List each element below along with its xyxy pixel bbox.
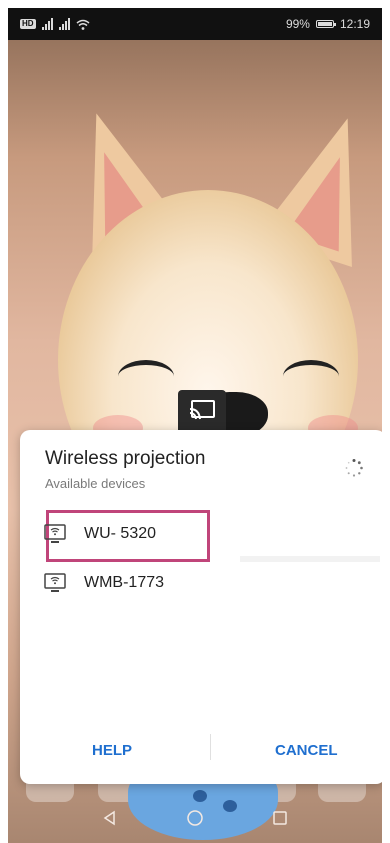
back-icon bbox=[103, 810, 116, 826]
recents-icon bbox=[272, 811, 287, 825]
wireless-projection-dialog: Wireless projection Available devices WU… bbox=[20, 430, 382, 784]
tv-cast-icon bbox=[44, 524, 66, 543]
dog-eye-left bbox=[118, 360, 174, 393]
phone-screen: HD 99% 12:19 Wireless projection Availab… bbox=[8, 8, 382, 843]
status-left: HD bbox=[20, 18, 90, 30]
help-button[interactable]: HELP bbox=[82, 738, 142, 763]
signal-icon-2 bbox=[58, 18, 70, 30]
battery-icon bbox=[315, 20, 336, 28]
cancel-button[interactable]: CANCEL bbox=[265, 738, 348, 763]
hd-badge: HD bbox=[20, 19, 36, 29]
device-name: WMB-1773 bbox=[84, 574, 165, 591]
device-item[interactable]: WU- 5320 bbox=[44, 515, 156, 553]
wifi-icon bbox=[76, 19, 90, 30]
home-button[interactable] bbox=[184, 807, 206, 829]
recents-button[interactable] bbox=[269, 807, 291, 829]
status-right: 99% 12:19 bbox=[286, 17, 370, 31]
signal-icon bbox=[41, 18, 53, 30]
dialog-title: Wireless projection bbox=[45, 448, 206, 469]
back-button[interactable] bbox=[99, 807, 121, 829]
device-item[interactable]: WMB-1773 bbox=[44, 564, 164, 602]
projection-app-icon bbox=[178, 390, 226, 434]
clock: 12:19 bbox=[339, 17, 370, 31]
battery-percent: 99% bbox=[285, 17, 310, 31]
loading-spinner-icon bbox=[345, 459, 363, 477]
navigation-bar bbox=[8, 793, 382, 843]
status-bar: HD 99% 12:19 bbox=[8, 8, 382, 40]
device-name: WU- 5320 bbox=[84, 525, 157, 542]
home-icon bbox=[187, 810, 203, 826]
dialog-subtitle: Available devices bbox=[45, 476, 146, 491]
dog-eye-right bbox=[283, 360, 339, 393]
tv-cast-icon bbox=[44, 573, 66, 592]
row-divider bbox=[240, 556, 380, 562]
button-divider bbox=[210, 734, 211, 760]
